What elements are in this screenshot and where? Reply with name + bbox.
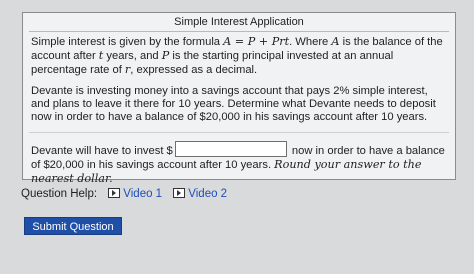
play-icon bbox=[108, 188, 121, 198]
submit-question-button[interactable]: Submit Question bbox=[24, 217, 122, 235]
play-icon bbox=[173, 188, 186, 198]
question-title: Simple Interest Application bbox=[174, 16, 304, 28]
answer-paragraph: Devante will have to invest $ now in ord… bbox=[31, 141, 447, 186]
problem-paragraph: Devante is investing money into a saving… bbox=[31, 85, 436, 123]
question-panel: Simple Interest Application Simple inter… bbox=[22, 12, 456, 185]
investment-answer-input[interactable] bbox=[174, 141, 287, 157]
formula: A = P + Prt bbox=[223, 35, 290, 48]
question-help-label: Question Help: bbox=[21, 188, 98, 200]
title-divider bbox=[29, 31, 449, 32]
content-divider bbox=[29, 132, 449, 133]
question-help: Question Help: Video 1 Video 2 bbox=[21, 188, 227, 200]
video-1-link[interactable]: Video 1 bbox=[108, 188, 165, 200]
video-2-link[interactable]: Video 2 bbox=[173, 188, 227, 200]
formula-paragraph: Simple interest is given by the formula … bbox=[31, 35, 443, 76]
